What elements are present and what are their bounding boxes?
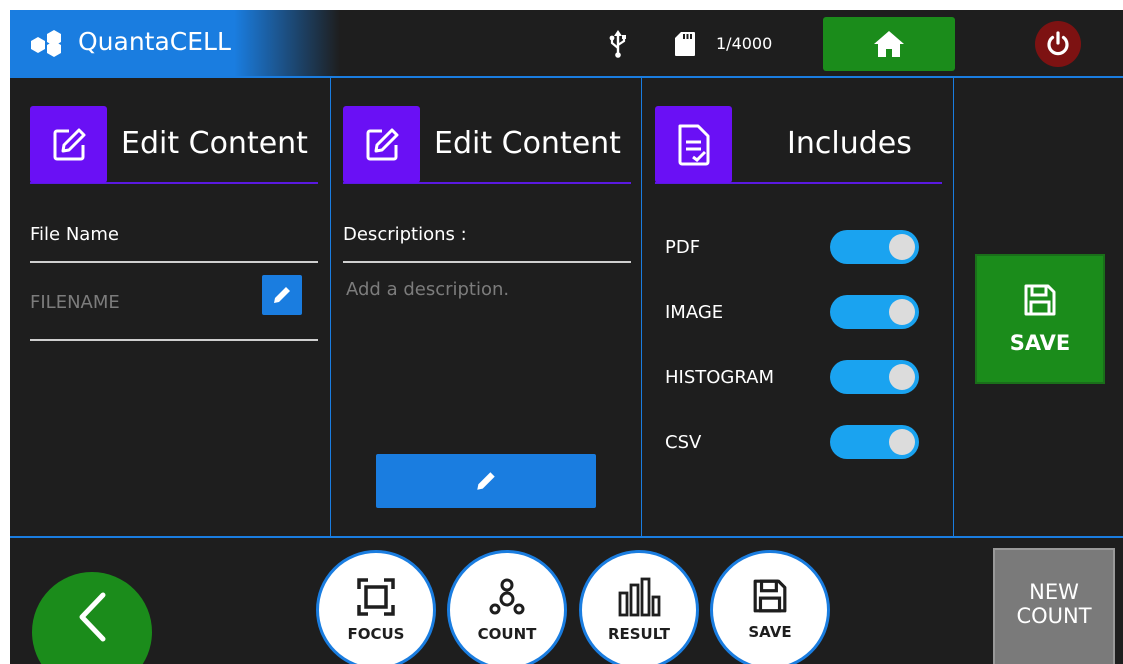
pencil-icon (477, 472, 495, 490)
pdf-toggle[interactable] (830, 230, 919, 264)
file-edit-header-icon-box (30, 106, 107, 183)
description-edit-header-icon-box (343, 106, 420, 183)
count-icon (489, 578, 525, 615)
save-panel: SAVE (954, 78, 1123, 536)
new-count-label-line1: NEW (1029, 580, 1079, 604)
quantacell-logo-icon (31, 30, 61, 57)
includes-panel-title: Includes (787, 126, 912, 161)
power-button[interactable] (1035, 21, 1081, 67)
save-button[interactable]: SAVE (975, 254, 1105, 384)
back-button[interactable] (32, 572, 152, 664)
description-label: Descriptions : (343, 224, 467, 245)
document-check-icon (678, 124, 709, 165)
floppy-disk-icon (753, 579, 787, 613)
count-label: COUNT (477, 625, 537, 643)
count-button[interactable]: COUNT (447, 550, 567, 664)
top-bar: QuantaCELL 1/4000 (10, 10, 1123, 78)
usb-icon (609, 30, 626, 58)
description-panel-header: Edit Content (343, 106, 631, 184)
toggle-knob (889, 234, 915, 260)
app-name: QuantaCELL (78, 27, 231, 56)
divider (30, 261, 318, 263)
file-panel-header: Edit Content (30, 106, 318, 184)
include-label: IMAGE (665, 302, 724, 323)
file-name-label: File Name (30, 224, 119, 245)
power-icon (1047, 31, 1069, 56)
focus-icon (357, 578, 395, 616)
file-panel-title: Edit Content (121, 126, 308, 161)
edit-file-name-button[interactable] (262, 275, 302, 315)
includes-header-icon-box (655, 106, 732, 183)
home-icon (874, 31, 904, 57)
save-nav-label: SAVE (748, 623, 792, 641)
include-label: CSV (665, 432, 702, 453)
toggle-knob (889, 429, 915, 455)
result-label: RESULT (607, 625, 671, 643)
histogram-toggle[interactable] (830, 360, 919, 394)
sd-card-icon (675, 32, 695, 56)
result-button[interactable]: RESULT (579, 550, 699, 664)
edit-icon (53, 128, 85, 160)
save-nav-button[interactable]: SAVE (710, 550, 830, 664)
edit-icon (366, 128, 398, 160)
file-name-field[interactable]: FILENAME (30, 292, 120, 313)
description-panel: Edit Content Descriptions : Add a descri… (331, 78, 642, 536)
file-name-panel: Edit Content File Name FILENAME (10, 78, 331, 536)
divider (343, 261, 631, 263)
app-screen: QuantaCELL 1/4000 Edit Content File Name… (10, 10, 1123, 664)
divider (30, 339, 318, 341)
home-button[interactable] (823, 17, 955, 71)
include-row-histogram: HISTOGRAM (665, 357, 925, 397)
bottom-nav-bar: FOCUS COUNT RESULT SAVE NEW COUNT (10, 536, 1123, 664)
image-toggle[interactable] (830, 295, 919, 329)
focus-button[interactable]: FOCUS (316, 550, 436, 664)
edit-description-button[interactable] (376, 454, 596, 508)
include-label: PDF (665, 237, 701, 258)
new-count-button[interactable]: NEW COUNT (993, 548, 1115, 664)
floppy-disk-icon (1024, 284, 1056, 316)
description-panel-title: Edit Content (434, 126, 621, 161)
toggle-knob (889, 299, 915, 325)
includes-panel-header: Includes (655, 106, 942, 184)
save-button-label: SAVE (1009, 331, 1071, 355)
brand-area: QuantaCELL (10, 10, 340, 76)
chevron-left-icon (79, 592, 106, 642)
include-label: HISTOGRAM (665, 367, 775, 388)
description-field[interactable]: Add a description. (346, 279, 509, 300)
bar-chart-icon (618, 577, 661, 617)
includes-panel: Includes PDF IMAGE HISTOGRAM CSV (642, 78, 954, 536)
new-count-label-line2: COUNT (1016, 604, 1092, 628)
image-counter: 1/4000 (716, 34, 773, 53)
pencil-icon (274, 287, 290, 303)
include-row-pdf: PDF (665, 227, 925, 267)
toggle-knob (889, 364, 915, 390)
include-row-image: IMAGE (665, 292, 925, 332)
include-row-csv: CSV (665, 422, 925, 462)
focus-label: FOCUS (347, 625, 405, 643)
csv-toggle[interactable] (830, 425, 919, 459)
